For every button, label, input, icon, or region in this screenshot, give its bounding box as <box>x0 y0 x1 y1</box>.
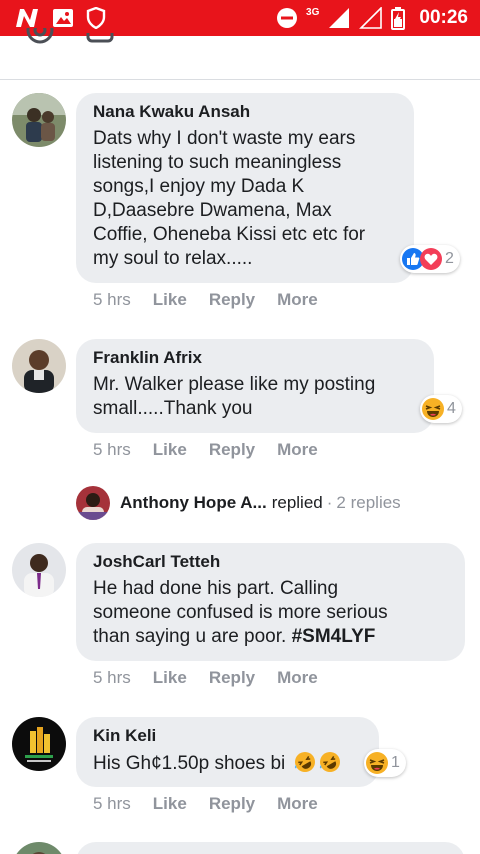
more-button[interactable]: More <box>277 668 318 688</box>
more-button[interactable]: More <box>277 440 318 460</box>
comment-actions: 5 hrs Like Reply More <box>93 290 318 310</box>
shield-icon <box>86 7 106 29</box>
hashtag-link[interactable]: #SM4LYF <box>292 626 376 647</box>
battery-icon <box>391 6 406 30</box>
reaction-summary[interactable]: 4 <box>420 395 462 423</box>
partial-box-icon[interactable] <box>86 32 114 44</box>
rofl-emoji-icon <box>319 751 341 773</box>
comment-actions: 5 hrs Like Reply More <box>93 440 318 460</box>
like-button[interactable]: Like <box>153 668 187 688</box>
reply-author: Anthony Hope A... <box>120 493 267 512</box>
avatar[interactable] <box>12 842 66 854</box>
top-toolbar-partial <box>0 28 480 80</box>
network-type: 3G <box>306 6 320 18</box>
reply-button[interactable]: Reply <box>209 794 255 814</box>
avatar[interactable] <box>12 339 66 393</box>
like-button[interactable]: Like <box>153 290 187 310</box>
more-button[interactable]: More <box>277 290 318 310</box>
gallery-icon <box>52 8 74 28</box>
comment-author[interactable]: Nana Kwaku Ansah <box>93 101 396 123</box>
signal-icon <box>327 7 351 29</box>
comment-author[interactable]: Franklin Afrix <box>93 347 416 369</box>
comment-author[interactable]: JoshCarl Tetteh <box>93 551 447 573</box>
avatar[interactable] <box>12 543 66 597</box>
avatar[interactable] <box>12 93 66 147</box>
comment-text: Dats why I don't waste my ears listening… <box>93 128 366 269</box>
rofl-emoji-icon <box>294 751 316 773</box>
reply-count: 2 replies <box>336 493 401 512</box>
comment-bubble[interactable]: Kin Keli His Gh¢1.50p shoes bi <box>76 717 379 787</box>
comment-time[interactable]: 5 hrs <box>93 794 131 814</box>
reply-button[interactable]: Reply <box>209 290 255 310</box>
signal-empty-icon <box>359 7 383 29</box>
like-button[interactable]: Like <box>153 440 187 460</box>
clock: 00:26 <box>419 7 468 28</box>
reply-verb: replied <box>271 493 323 512</box>
view-replies-link[interactable]: Anthony Hope A... replied · 2 replies <box>76 486 401 520</box>
partial-circle-icon[interactable] <box>26 28 54 48</box>
comment-author[interactable]: Kin Keli <box>93 725 361 747</box>
n-app-icon <box>14 7 40 29</box>
comment-time[interactable]: 5 hrs <box>93 290 131 310</box>
comment-bubble[interactable]: Franklin Afrix Mr. Walker please like my… <box>76 339 434 433</box>
comment-bubble[interactable]: JoshCarl Tetteh He had done his part. Ca… <box>76 543 465 661</box>
comment-actions: 5 hrs Like Reply More <box>93 794 318 814</box>
more-button[interactable]: More <box>277 794 318 814</box>
comment-text: He had done his part. Calling someone co… <box>93 578 388 647</box>
reply-button[interactable]: Reply <box>209 440 255 460</box>
reply-separator: · <box>326 493 333 512</box>
comment-text: His Gh¢1.50p shoes bi <box>93 751 361 776</box>
do-not-disturb-icon <box>276 7 298 29</box>
reaction-summary[interactable]: 2 <box>400 245 460 273</box>
reaction-count: 4 <box>447 400 456 417</box>
comment-time[interactable]: 5 hrs <box>93 440 131 460</box>
avatar[interactable] <box>12 717 66 771</box>
reaction-summary[interactable]: 1 <box>364 749 406 777</box>
reaction-count: 1 <box>391 754 400 771</box>
like-button[interactable]: Like <box>153 794 187 814</box>
haha-icon <box>422 398 444 420</box>
haha-icon <box>366 752 388 774</box>
comment-bubble[interactable]: Nana Kwaku Ansah Dats why I don't waste … <box>76 93 414 283</box>
comment-text: Mr. Walker please like my posting small.… <box>93 374 376 419</box>
status-bar: 3G 00:26 <box>0 0 480 36</box>
love-icon <box>420 248 442 270</box>
reply-button[interactable]: Reply <box>209 668 255 688</box>
comment-time[interactable]: 5 hrs <box>93 668 131 688</box>
reaction-count: 2 <box>445 250 454 267</box>
reply-avatar <box>76 486 110 520</box>
comment-bubble[interactable] <box>76 842 465 854</box>
comment-actions: 5 hrs Like Reply More <box>93 668 318 688</box>
